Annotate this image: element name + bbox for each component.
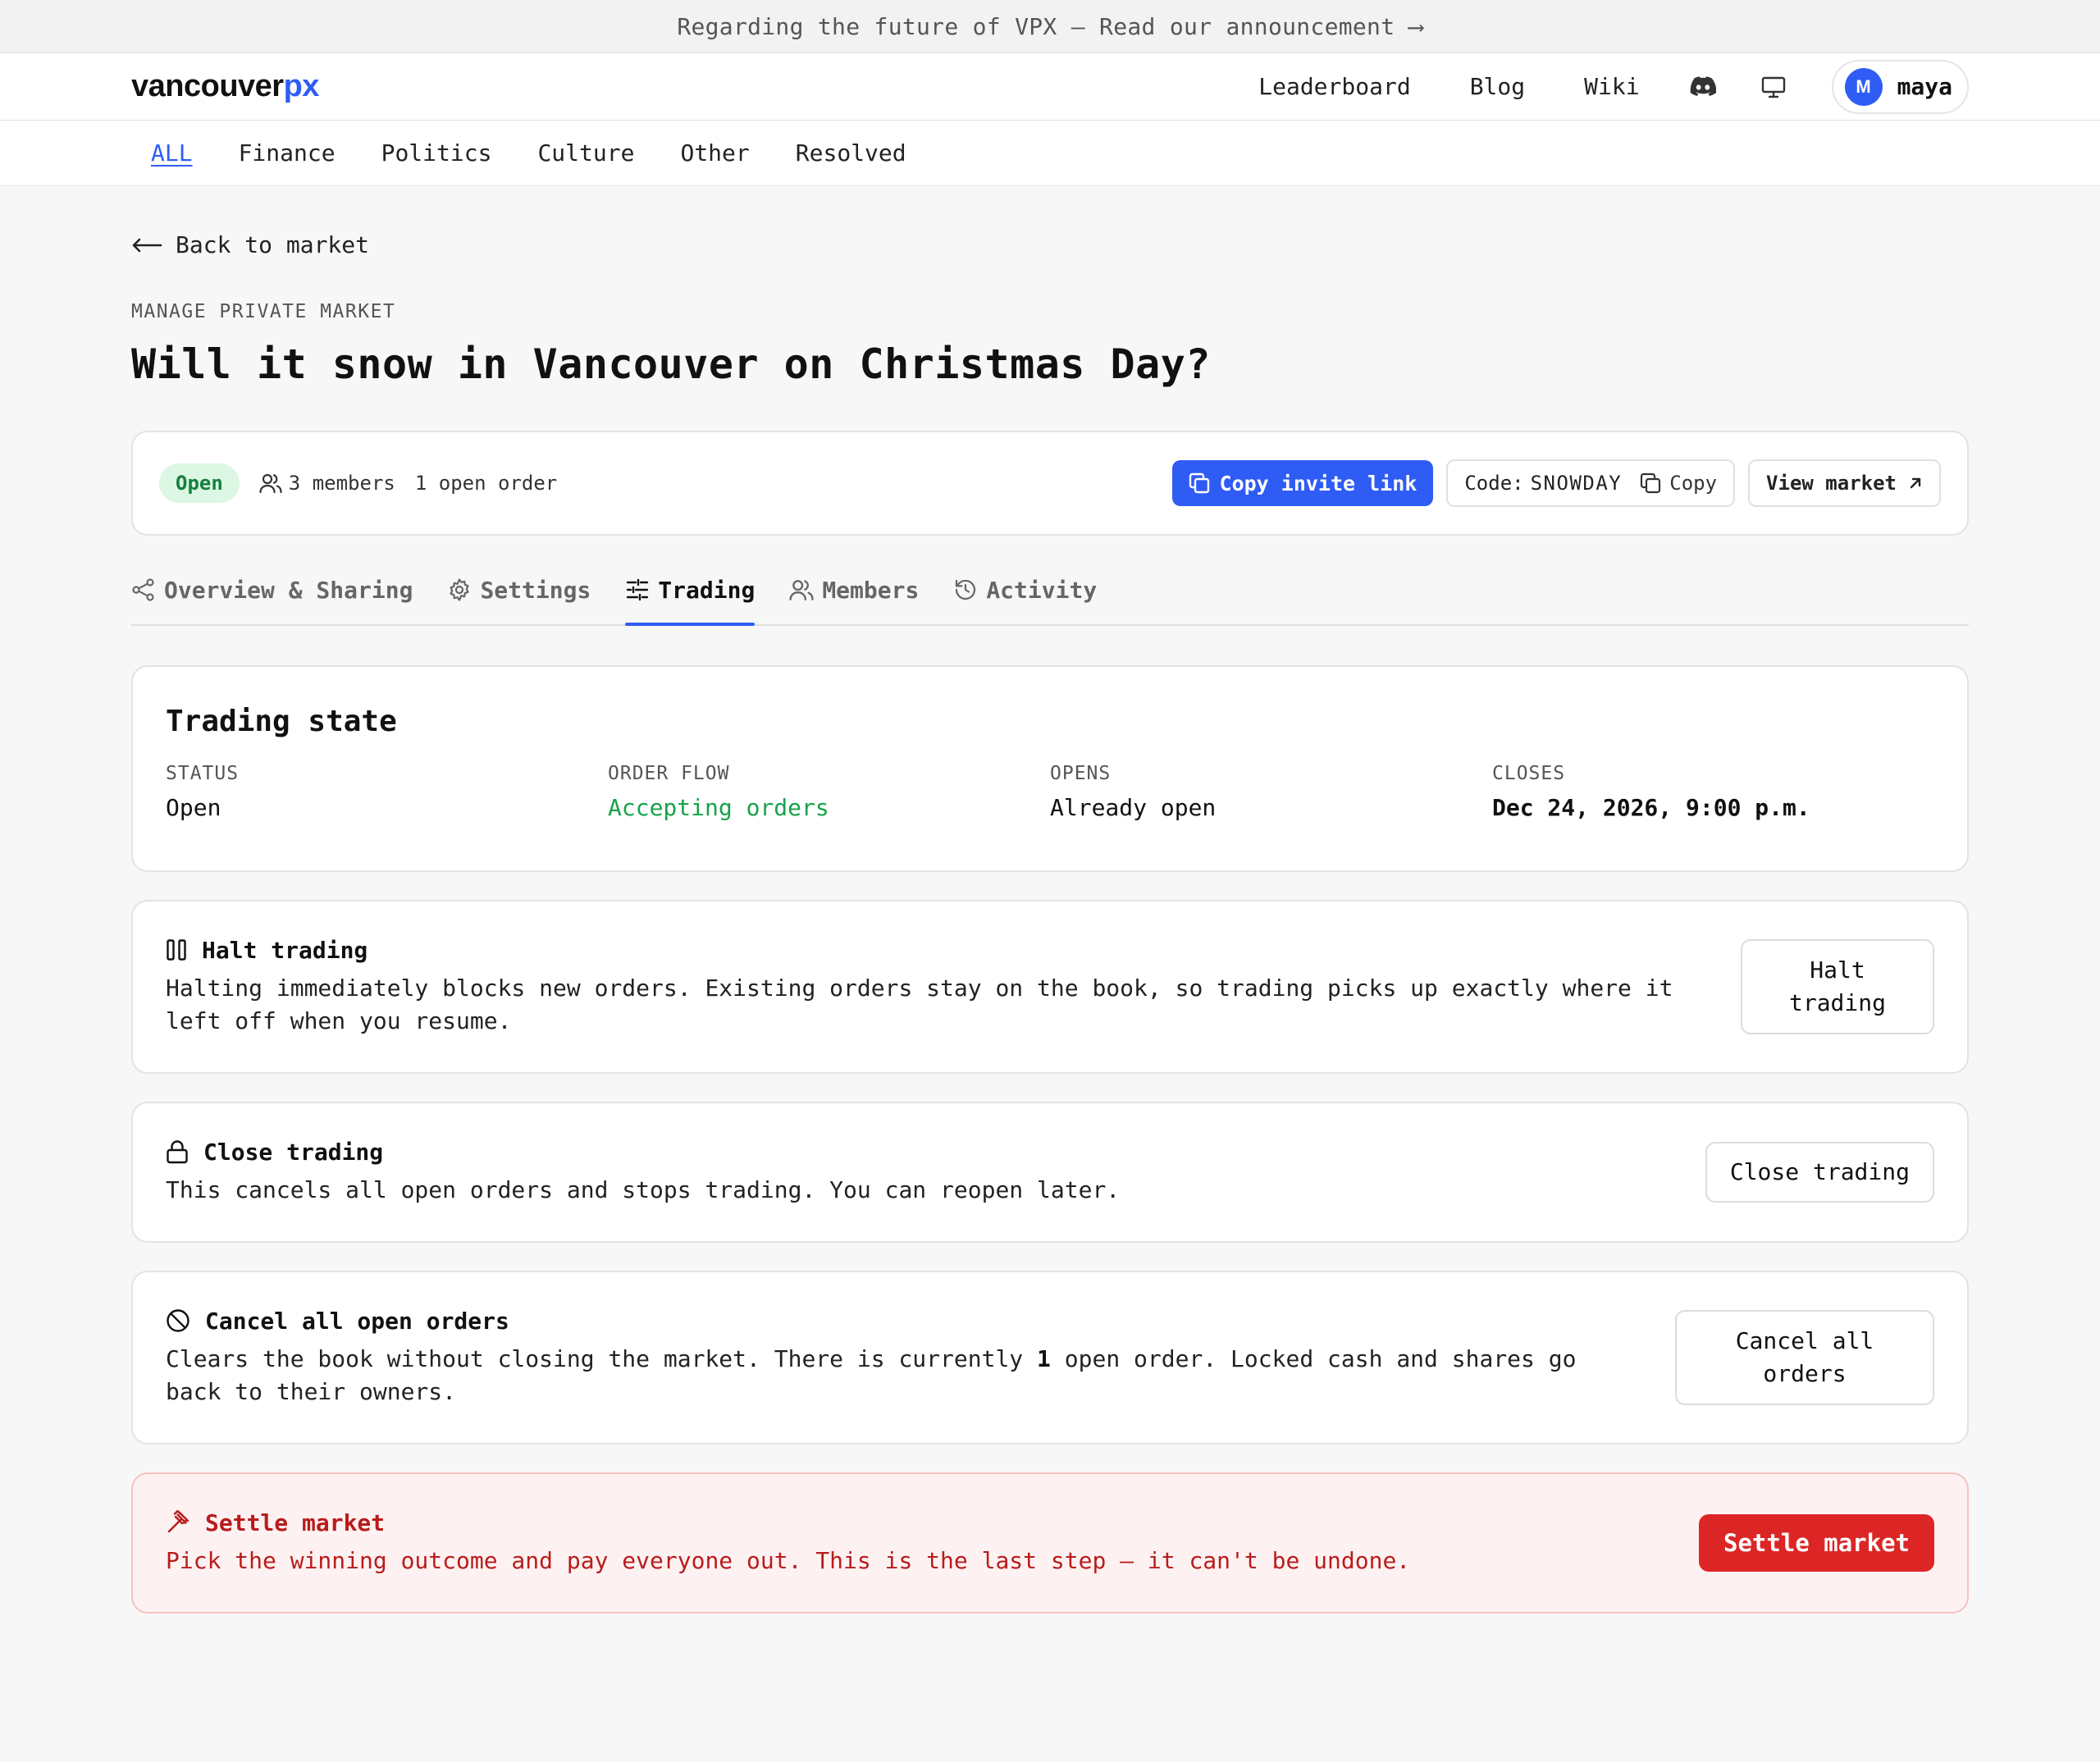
settle-market-card: Settle market Pick the winning outcome a… bbox=[131, 1472, 1969, 1614]
users-icon bbox=[259, 472, 282, 494]
external-arrow-icon bbox=[1908, 476, 1923, 491]
tab-label: Members bbox=[822, 576, 920, 604]
state-label: STATUS bbox=[166, 763, 240, 784]
tab-label: Overview & Sharing bbox=[164, 576, 413, 604]
cancel-desc-start: Clears the book without closing the mark… bbox=[166, 1344, 1038, 1372]
state-opens: OPENS Already open bbox=[1050, 763, 1492, 821]
category-culture[interactable]: Culture bbox=[537, 139, 634, 167]
nav-leaderboard[interactable]: Leaderboard bbox=[1258, 73, 1410, 100]
ban-icon bbox=[166, 1308, 190, 1333]
state-order-flow: ORDER FLOW Accepting orders bbox=[608, 763, 1050, 821]
cancel-description: Clears the book without closing the mark… bbox=[166, 1343, 1642, 1408]
category-resolved[interactable]: Resolved bbox=[796, 139, 906, 167]
cancel-all-orders-button[interactable]: Cancel all orders bbox=[1675, 1310, 1934, 1405]
tab-label: Settings bbox=[480, 576, 591, 604]
copy-invite-link-button[interactable]: Copy invite link bbox=[1171, 460, 1434, 506]
share-icon bbox=[131, 577, 156, 602]
invite-code-box: Code: SNOWDAY Copy bbox=[1446, 459, 1736, 507]
pause-icon bbox=[166, 938, 187, 961]
category-politics[interactable]: Politics bbox=[381, 139, 492, 167]
trading-state-title: Trading state bbox=[166, 705, 397, 738]
halt-description: Halting immediately blocks new orders. E… bbox=[166, 974, 1673, 1034]
page-eyebrow: MANAGE PRIVATE MARKET bbox=[131, 301, 396, 322]
market-status-bar: Open 3 members 1 open order Copy invite … bbox=[131, 431, 1969, 536]
halt-title: Halt trading bbox=[202, 936, 368, 964]
view-market-label: View market bbox=[1766, 472, 1897, 495]
user-menu[interactable]: M maya bbox=[1831, 59, 1969, 114]
tab-label: Activity bbox=[986, 576, 1098, 604]
trading-state-card: Trading state STATUS Open ORDER FLOW Acc… bbox=[131, 665, 1969, 872]
status-badge: Open bbox=[159, 463, 240, 503]
tab-label: Trading bbox=[658, 576, 756, 604]
category-bar: ALL Finance Politics Culture Other Resol… bbox=[0, 121, 2100, 186]
discord-icon[interactable] bbox=[1689, 73, 1717, 101]
announcement-text[interactable]: Regarding the future of VPX — Read our a… bbox=[677, 13, 1422, 40]
cancel-orders-card: Cancel all open orders Clears the book w… bbox=[131, 1271, 1969, 1445]
back-label: Back to market bbox=[176, 231, 370, 258]
state-closes: CLOSES Dec 24, 2026, 9:00 p.m. bbox=[1492, 763, 1934, 821]
main-content: Back to market MANAGE PRIVATE MARKET Wil… bbox=[0, 231, 2100, 1614]
management-tabs: Overview & Sharing Settings Trading Memb… bbox=[131, 572, 1969, 626]
tab-overview-sharing[interactable]: Overview & Sharing bbox=[131, 572, 413, 624]
state-value: Already open bbox=[1050, 794, 1217, 821]
tab-activity[interactable]: Activity bbox=[953, 572, 1097, 624]
announcement-banner[interactable]: Regarding the future of VPX — Read our a… bbox=[0, 0, 2100, 53]
open-order-count: 1 bbox=[1037, 1344, 1051, 1372]
logo-accent: px bbox=[283, 69, 320, 103]
view-market-button[interactable]: View market bbox=[1748, 459, 1941, 507]
user-name: maya bbox=[1897, 73, 1952, 100]
halt-trading-card: Halt trading Halting immediately blocks … bbox=[131, 900, 1969, 1074]
code-value: SNOWDAY bbox=[1530, 472, 1623, 495]
state-label: CLOSES bbox=[1492, 763, 1566, 784]
code-label: Code: bbox=[1464, 472, 1524, 495]
copy-icon bbox=[1189, 472, 1210, 494]
category-other[interactable]: Other bbox=[680, 139, 749, 167]
nav-wiki[interactable]: Wiki bbox=[1584, 73, 1639, 100]
copy-label: Copy bbox=[1669, 472, 1718, 495]
nav-blog[interactable]: Blog bbox=[1470, 73, 1525, 100]
avatar: M bbox=[1844, 67, 1883, 106]
settle-description: Pick the winning outcome and pay everyon… bbox=[166, 1546, 1411, 1574]
close-description: This cancels all open orders and stops t… bbox=[166, 1175, 1121, 1203]
state-label: ORDER FLOW bbox=[608, 763, 730, 784]
copy-icon bbox=[1640, 472, 1661, 494]
category-finance[interactable]: Finance bbox=[239, 139, 336, 167]
state-status: STATUS Open bbox=[166, 763, 608, 821]
close-trading-button[interactable]: Close trading bbox=[1705, 1142, 1934, 1203]
tab-trading[interactable]: Trading bbox=[625, 572, 756, 626]
lock-icon bbox=[166, 1139, 189, 1164]
members-label: 3 members bbox=[288, 472, 395, 495]
history-icon bbox=[953, 577, 978, 602]
sliders-icon bbox=[625, 577, 650, 602]
arrow-left-icon bbox=[131, 237, 162, 253]
logo-main: vancouver bbox=[131, 69, 284, 103]
page-title: Will it snow in Vancouver on Christmas D… bbox=[131, 340, 1211, 388]
category-all[interactable]: ALL bbox=[151, 139, 193, 167]
halt-trading-button[interactable]: Halt trading bbox=[1741, 939, 1934, 1034]
copy-invite-label: Copy invite link bbox=[1219, 471, 1418, 495]
close-trading-card: Close trading This cancels all open orde… bbox=[131, 1102, 1969, 1243]
settle-market-button[interactable]: Settle market bbox=[1699, 1514, 1934, 1572]
users-icon bbox=[789, 578, 814, 601]
state-value: Dec 24, 2026, 9:00 p.m. bbox=[1492, 794, 1810, 821]
tab-settings[interactable]: Settings bbox=[447, 572, 591, 624]
settle-title: Settle market bbox=[205, 1509, 386, 1536]
tab-members[interactable]: Members bbox=[789, 572, 919, 624]
back-to-market-link[interactable]: Back to market bbox=[131, 231, 1969, 258]
state-value: Open bbox=[166, 794, 221, 821]
monitor-icon[interactable] bbox=[1760, 73, 1787, 101]
close-title: Close trading bbox=[203, 1138, 384, 1166]
logo[interactable]: vancouverpx bbox=[131, 69, 319, 104]
top-navbar: vancouverpx Leaderboard Blog Wiki M maya bbox=[0, 53, 2100, 121]
open-orders-count: 1 open order bbox=[414, 472, 558, 495]
gear-icon bbox=[447, 577, 472, 602]
members-count: 3 members bbox=[259, 472, 395, 495]
copy-code-button[interactable]: Copy bbox=[1640, 472, 1717, 495]
cancel-title: Cancel all open orders bbox=[205, 1307, 509, 1335]
gavel-icon bbox=[166, 1510, 190, 1535]
state-label: OPENS bbox=[1050, 763, 1112, 784]
state-value: Accepting orders bbox=[608, 794, 829, 821]
